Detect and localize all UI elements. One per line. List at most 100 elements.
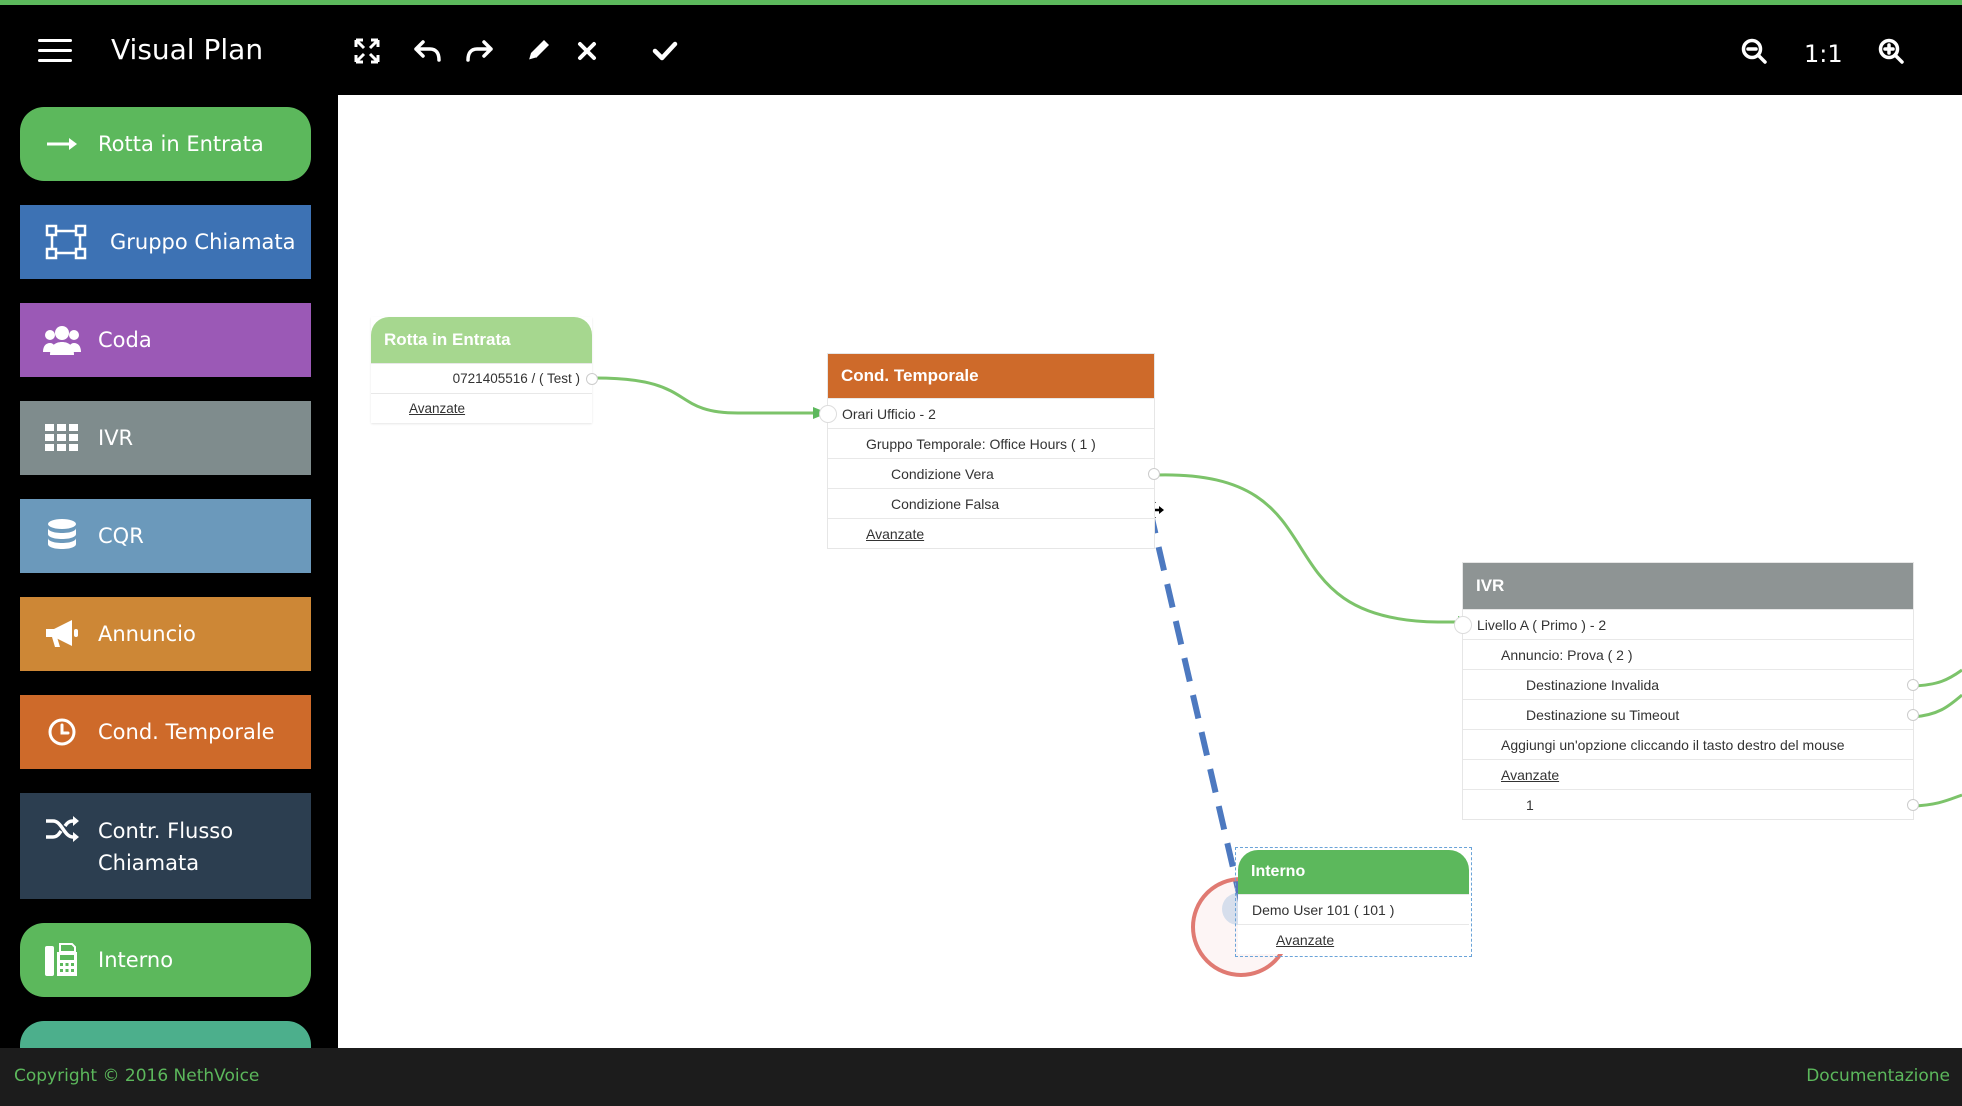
connection-ivr-invalid <box>1912 668 1962 688</box>
node-row-text: Demo User 101 ( 101 ) <box>1252 901 1395 918</box>
arrow-right-icon <box>38 136 86 152</box>
output-port[interactable] <box>1148 468 1160 480</box>
node-rotta-in-entrata[interactable]: Rotta in Entrata 0721405516 / ( Test ) A… <box>371 317 598 423</box>
node-row-annuncio[interactable]: Annuncio: Prova ( 2 ) <box>1463 639 1913 669</box>
sidebar-item-label: Cond. Temporale <box>98 720 275 744</box>
undo-icon[interactable] <box>410 33 446 69</box>
connection-cond-to-ivr <box>1155 473 1465 624</box>
output-port[interactable] <box>586 373 598 385</box>
connection-rotta-to-cond <box>594 376 820 415</box>
redo-icon[interactable] <box>461 33 497 69</box>
sidebar-item-label: Rotta in Entrata <box>98 132 264 156</box>
documentation-link[interactable]: Documentazione <box>1806 1066 1950 1086</box>
sidebar-item-label: IVR <box>98 426 134 450</box>
zoom-out-icon[interactable] <box>1736 33 1772 69</box>
check-icon[interactable] <box>647 33 683 69</box>
sidebar-item-partial[interactable] <box>20 1021 311 1048</box>
node-row-text: Condizione Vera <box>891 465 994 482</box>
node-row-orari[interactable]: Orari Ufficio - 2 <box>819 398 1154 428</box>
advanced-link[interactable]: Avanzate <box>866 526 924 542</box>
sidebar-item-label: Gruppo Chiamata <box>110 230 296 254</box>
dragging-connection <box>1147 509 1244 903</box>
node-row-add-option-hint: Aggiungi un'opzione cliccando il tasto d… <box>1463 729 1913 759</box>
node-row-condizione-vera[interactable]: Condizione Vera <box>828 458 1160 488</box>
database-icon <box>38 519 86 553</box>
sidebar-item-label-group: Contr. Flusso Chiamata <box>98 815 233 879</box>
sidebar-item-ivr[interactable]: IVR <box>20 401 311 475</box>
node-row-condizione-falsa[interactable]: Condizione Falsa <box>828 488 1154 518</box>
sidebar-item-label-line2: Chiamata <box>98 851 200 875</box>
node-row-text: Annuncio: Prova ( 2 ) <box>1501 646 1633 663</box>
group-icon <box>42 223 90 261</box>
node-title: IVR <box>1463 563 1913 609</box>
sidebar-item-contr-flusso-chiamata[interactable]: Contr. Flusso Chiamata <box>20 793 311 899</box>
sidebar-item-gruppo-chiamata[interactable]: Gruppo Chiamata <box>20 205 311 279</box>
sidebar-item-label: Contr. Flusso <box>98 819 234 843</box>
node-row-gruppo-temporale[interactable]: Gruppo Temporale: Office Hours ( 1 ) <box>828 428 1154 458</box>
pencil-icon[interactable] <box>520 33 556 69</box>
input-port[interactable] <box>1454 616 1472 634</box>
node-title: Interno <box>1238 850 1469 894</box>
node-cond-temporale[interactable]: Cond. Temporale Orari Ufficio - 2 Gruppo… <box>819 353 1160 549</box>
grid-icon <box>38 424 86 452</box>
node-title: Rotta in Entrata <box>371 317 592 363</box>
node-row-option-1[interactable]: 1 <box>1463 789 1919 819</box>
menu-icon[interactable] <box>38 37 74 63</box>
node-title: Cond. Temporale <box>828 354 1154 398</box>
input-port[interactable] <box>819 405 837 423</box>
app-title: Visual Plan <box>111 33 264 66</box>
connection-ivr-timeout <box>1912 693 1962 719</box>
node-row-text: Livello A ( Primo ) - 2 <box>1477 616 1607 633</box>
node-row-text: Condizione Falsa <box>891 495 1000 512</box>
node-row-advanced[interactable]: Avanzate <box>371 393 592 423</box>
node-row-text: Destinazione Invalida <box>1526 676 1660 693</box>
node-row-text: 0721405516 / ( Test ) <box>452 371 580 386</box>
connection-ivr-1 <box>1912 793 1962 808</box>
node-ivr[interactable]: IVR Livello A ( Primo ) - 2 Annuncio: Pr… <box>1454 562 1919 820</box>
output-port[interactable] <box>1907 709 1919 721</box>
sidebar-item-label: Interno <box>98 948 174 972</box>
close-icon[interactable] <box>569 33 605 69</box>
node-row-destinazione-invalida[interactable]: Destinazione Invalida <box>1463 669 1919 699</box>
node-row-number[interactable]: 0721405516 / ( Test ) <box>371 363 598 393</box>
component-sidebar: Rotta in Entrata Gruppo Chiamata Coda IV… <box>0 95 338 1048</box>
sidebar-item-rotta-in-entrata[interactable]: Rotta in Entrata <box>20 107 311 181</box>
users-icon <box>38 324 86 356</box>
sidebar-item-coda[interactable]: Coda <box>20 303 311 377</box>
node-row-livello[interactable]: Livello A ( Primo ) - 2 <box>1454 609 1913 639</box>
footer: Copyright © 2016 NethVoice Documentazion… <box>0 1048 1962 1106</box>
sidebar-item-label: Annuncio <box>98 622 196 646</box>
node-row-advanced[interactable]: Avanzate <box>828 518 1154 548</box>
fax-icon <box>38 942 86 978</box>
shuffle-icon <box>38 815 86 843</box>
node-row-user[interactable]: Demo User 101 ( 101 ) <box>1238 894 1469 924</box>
node-row-text: Gruppo Temporale: Office Hours ( 1 ) <box>866 435 1096 452</box>
flow-canvas[interactable]: Rotta in Entrata 0721405516 / ( Test ) A… <box>338 95 1962 1048</box>
sidebar-item-label: Coda <box>98 328 152 352</box>
node-row-advanced[interactable]: Avanzate <box>1238 924 1469 954</box>
sidebar-item-cqr[interactable]: CQR <box>20 499 311 573</box>
zoom-in-icon[interactable] <box>1873 33 1909 69</box>
top-toolbar: Visual Plan 1:1 <box>0 5 1962 95</box>
clock-icon <box>38 717 86 747</box>
advanced-link[interactable]: Avanzate <box>1276 932 1334 948</box>
output-port[interactable] <box>1907 799 1919 811</box>
advanced-link[interactable]: Avanzate <box>409 401 465 416</box>
fullscreen-icon[interactable] <box>349 33 385 69</box>
bullhorn-icon <box>38 619 86 649</box>
node-row-text: Aggiungi un'opzione cliccando il tasto d… <box>1501 736 1845 753</box>
node-row-advanced[interactable]: Avanzate <box>1463 759 1913 789</box>
node-row-text: 1 <box>1526 796 1534 813</box>
output-port[interactable] <box>1907 679 1919 691</box>
copyright-text: Copyright © 2016 NethVoice <box>14 1066 260 1086</box>
sidebar-item-annuncio[interactable]: Annuncio <box>20 597 311 671</box>
sidebar-item-cond-temporale[interactable]: Cond. Temporale <box>20 695 311 769</box>
sidebar-item-label: CQR <box>98 524 144 548</box>
node-interno[interactable]: Interno Demo User 101 ( 101 ) Avanzate <box>1235 847 1472 957</box>
advanced-link[interactable]: Avanzate <box>1501 767 1559 783</box>
sidebar-item-interno[interactable]: Interno <box>20 923 311 997</box>
node-row-destinazione-timeout[interactable]: Destinazione su Timeout <box>1463 699 1919 729</box>
node-row-text: Destinazione su Timeout <box>1526 706 1680 723</box>
zoom-reset-button[interactable]: 1:1 <box>1804 40 1843 68</box>
node-row-text: Orari Ufficio - 2 <box>842 405 936 422</box>
